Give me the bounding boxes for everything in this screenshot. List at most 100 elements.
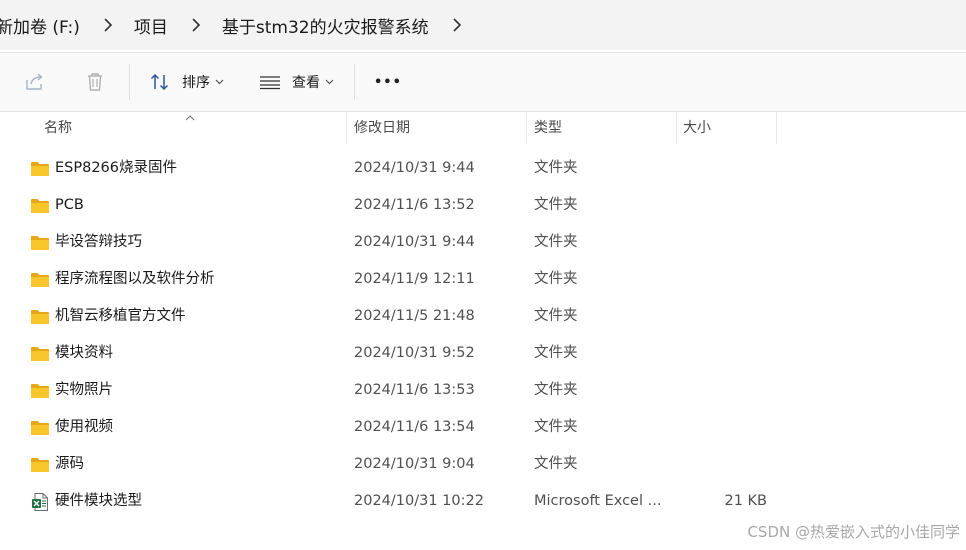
sort-icon (148, 70, 172, 94)
file-size (680, 446, 767, 483)
chevron-down-icon (325, 79, 334, 85)
file-type: 文件夹 (534, 197, 578, 213)
file-modified: 2024/11/5 21:48 (354, 308, 475, 324)
column-header-name[interactable]: 名称 (44, 112, 72, 144)
file-name: 程序流程图以及软件分析 (55, 271, 215, 287)
file-explorer-window: 新加卷 (F:) 项目 基于stm32的火灾报警系统 排序 查看 ••• 名称 … (0, 0, 966, 550)
file-name: 模块资料 (55, 345, 113, 361)
file-type: Microsoft Excel ... (534, 493, 662, 509)
file-modified: 2024/10/31 9:44 (354, 160, 475, 176)
file-name: 硬件模块选型 (55, 493, 142, 509)
folder-icon (30, 418, 50, 438)
chevron-right-icon[interactable] (92, 18, 124, 32)
watermark: CSDN @热爱嵌入式的小佳同学 (747, 523, 960, 541)
trash-icon (83, 70, 107, 94)
file-name-cell: 使用视频 (30, 409, 113, 446)
chevron-right-icon[interactable] (180, 18, 212, 32)
file-modified: 2024/10/31 9:04 (354, 456, 475, 472)
file-name: 毕设答辩技巧 (55, 234, 142, 250)
column-header-row: 名称 修改日期 类型 大小 (0, 112, 966, 144)
view-list-icon (258, 70, 282, 94)
file-size (680, 335, 767, 372)
file-modified: 2024/11/6 13:54 (354, 419, 475, 435)
folder-icon (30, 344, 50, 364)
file-name-cell: PCB (30, 187, 84, 224)
file-modified: 2024/11/6 13:53 (354, 382, 475, 398)
breadcrumb-label: 基于stm32的火灾报警系统 (221, 17, 429, 38)
file-modified: 2024/10/31 10:22 (354, 493, 484, 509)
share-icon (23, 70, 47, 94)
file-name-cell: 硬件模块选型 (30, 483, 142, 520)
file-row[interactable]: 源码 2024/10/31 9:04 文件夹 (0, 446, 966, 483)
file-modified: 2024/10/31 9:52 (354, 345, 475, 361)
file-type: 文件夹 (534, 160, 578, 176)
file-name: 实物照片 (55, 382, 113, 398)
folder-icon (30, 270, 50, 290)
breadcrumb-item-current-folder[interactable]: 基于stm32的火灾报警系统 (218, 13, 433, 38)
toolbar-separator (129, 64, 130, 100)
file-size (680, 298, 767, 335)
column-divider[interactable] (776, 112, 777, 144)
sort-button[interactable]: 排序 (148, 62, 224, 102)
file-type: 文件夹 (534, 419, 578, 435)
file-type: 文件夹 (534, 382, 578, 398)
file-row[interactable]: 机智云移植官方文件 2024/11/5 21:48 文件夹 (0, 298, 966, 335)
file-row[interactable]: 硬件模块选型 2024/10/31 10:22 Microsoft Excel … (0, 483, 966, 520)
chevron-right-icon[interactable] (441, 18, 473, 32)
file-name: ESP8266烧录固件 (55, 160, 178, 176)
file-row[interactable]: PCB 2024/11/6 13:52 文件夹 (0, 187, 966, 224)
column-header-modified[interactable]: 修改日期 (354, 112, 410, 144)
file-type: 文件夹 (534, 234, 578, 250)
file-modified: 2024/11/6 13:52 (354, 197, 475, 213)
file-modified: 2024/10/31 9:44 (354, 234, 475, 250)
file-name-cell: 机智云移植官方文件 (30, 298, 186, 335)
file-row[interactable]: ESP8266烧录固件 2024/10/31 9:44 文件夹 (0, 150, 966, 187)
file-name-cell: 程序流程图以及软件分析 (30, 261, 215, 298)
file-list: ESP8266烧录固件 2024/10/31 9:44 文件夹 PCB 2024… (0, 150, 966, 520)
breadcrumb-item-drive[interactable]: 新加卷 (F:) (0, 13, 84, 38)
excel-file-icon (30, 492, 50, 512)
breadcrumb-label: 新加卷 (F:) (0, 17, 80, 38)
view-label: 查看 (292, 75, 320, 91)
file-name: 机智云移植官方文件 (55, 308, 186, 324)
file-type: 文件夹 (534, 308, 578, 324)
file-row[interactable]: 模块资料 2024/10/31 9:52 文件夹 (0, 335, 966, 372)
breadcrumb-item-project[interactable]: 项目 (130, 13, 172, 38)
file-size (680, 372, 767, 409)
chevron-down-icon (215, 79, 224, 85)
folder-icon (30, 307, 50, 327)
file-row[interactable]: 程序流程图以及软件分析 2024/11/9 12:11 文件夹 (0, 261, 966, 298)
file-row[interactable]: 毕设答辩技巧 2024/10/31 9:44 文件夹 (0, 224, 966, 261)
file-size: 21 KB (724, 493, 767, 509)
folder-icon (30, 233, 50, 253)
folder-icon (30, 381, 50, 401)
file-size (680, 261, 767, 298)
view-button[interactable]: 查看 (258, 62, 334, 102)
file-name-cell: 模块资料 (30, 335, 113, 372)
more-icon: ••• (374, 74, 402, 90)
more-options-button[interactable]: ••• (374, 62, 402, 102)
toolbar-separator (354, 64, 355, 100)
file-name-cell: 源码 (30, 446, 84, 483)
file-row[interactable]: 使用视频 2024/11/6 13:54 文件夹 (0, 409, 966, 446)
file-size (680, 187, 767, 224)
sort-label: 排序 (182, 75, 210, 91)
column-header-size[interactable]: 大小 (683, 112, 711, 144)
column-divider[interactable] (526, 112, 527, 144)
folder-icon (30, 196, 50, 216)
command-bar: 排序 查看 ••• (0, 53, 966, 111)
column-divider[interactable] (676, 112, 677, 144)
file-modified: 2024/11/9 12:11 (354, 271, 475, 287)
file-type: 文件夹 (534, 456, 578, 472)
file-name-cell: ESP8266烧录固件 (30, 150, 177, 187)
file-name-cell: 毕设答辩技巧 (30, 224, 142, 261)
file-name: PCB (55, 197, 84, 213)
file-type: 文件夹 (534, 271, 578, 287)
file-name-cell: 实物照片 (30, 372, 113, 409)
column-header-type[interactable]: 类型 (534, 112, 562, 144)
share-button[interactable] (23, 62, 47, 102)
file-row[interactable]: 实物照片 2024/11/6 13:53 文件夹 (0, 372, 966, 409)
delete-button[interactable] (83, 62, 107, 102)
column-divider[interactable] (346, 112, 347, 144)
file-name: 使用视频 (55, 419, 113, 435)
